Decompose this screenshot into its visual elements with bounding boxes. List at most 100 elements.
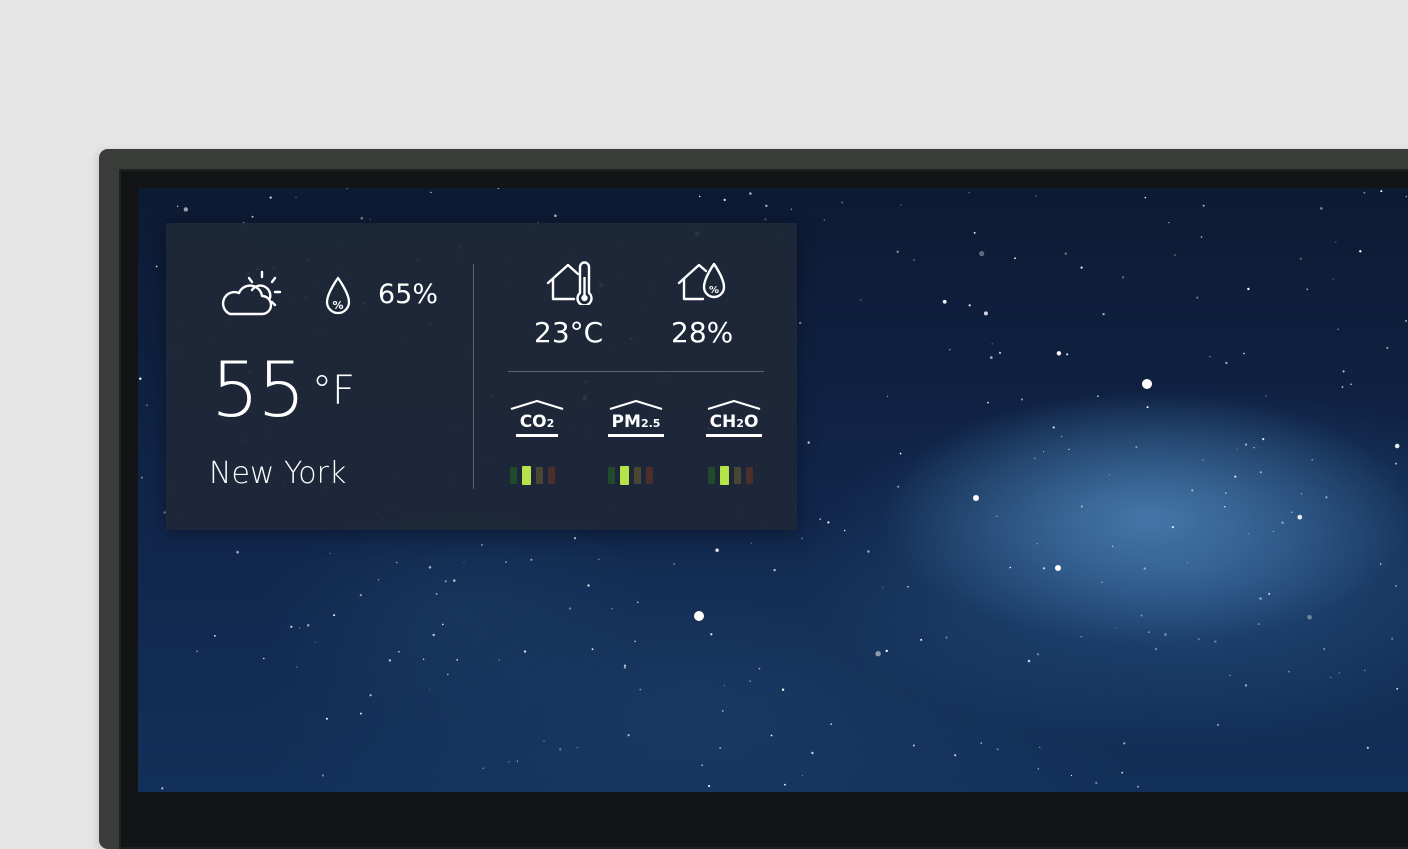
star (1171, 526, 1174, 529)
star (882, 586, 884, 588)
star (1244, 684, 1248, 687)
star (973, 231, 976, 234)
star (1259, 471, 1262, 474)
aq-ch2o-level-bars (708, 466, 753, 485)
star (1337, 328, 1339, 330)
svg-text:%: % (709, 285, 719, 296)
aq-pm25-label: PM2.5 (607, 410, 665, 437)
star (1064, 252, 1067, 255)
home-thermometer-icon (546, 261, 593, 305)
star (819, 518, 822, 521)
star (715, 548, 719, 552)
star (1225, 361, 1228, 365)
star (1229, 674, 1231, 676)
star (1395, 462, 1397, 465)
weather-widget[interactable]: % 65% 55 °F New York 23°C % 28% CO2 PM2.… (166, 223, 797, 530)
star (1350, 383, 1352, 386)
level-bar-2 (720, 466, 729, 485)
star (196, 650, 198, 652)
star (723, 198, 726, 202)
star (325, 717, 328, 720)
star (1080, 636, 1082, 638)
star (1320, 207, 1323, 210)
star (1224, 506, 1226, 508)
star (447, 673, 449, 676)
star (146, 404, 148, 407)
star (314, 641, 316, 643)
star (867, 550, 870, 553)
star (1144, 196, 1147, 199)
star (1056, 351, 1062, 356)
star (887, 395, 889, 397)
star (1405, 195, 1407, 198)
star (1335, 241, 1337, 243)
star (1147, 631, 1150, 634)
star (637, 601, 639, 603)
star (1394, 443, 1400, 449)
star (263, 657, 265, 660)
aq-pm25[interactable]: PM2.5 (596, 399, 676, 437)
star (333, 614, 336, 617)
star (1216, 723, 1220, 727)
bright-star (694, 611, 704, 621)
star (1035, 195, 1037, 197)
star (359, 594, 362, 597)
outdoor-temperature-value: 55 (211, 345, 306, 434)
star (1143, 567, 1146, 570)
star (176, 205, 179, 207)
star (1095, 781, 1098, 785)
aq-co2[interactable]: CO2 (497, 399, 577, 437)
star (724, 685, 725, 686)
star (750, 542, 752, 544)
star (784, 783, 786, 786)
star (721, 710, 724, 712)
star (979, 251, 985, 257)
star (949, 349, 951, 351)
level-bar-1 (708, 467, 715, 484)
star (378, 579, 380, 581)
star (543, 740, 545, 742)
star (1262, 438, 1265, 441)
star (875, 651, 881, 657)
star (1068, 448, 1070, 450)
star (1137, 785, 1139, 788)
level-bar-3 (536, 467, 543, 484)
aq-ch2o[interactable]: CH2O (694, 399, 774, 437)
star (913, 259, 915, 261)
star (801, 774, 804, 776)
star (139, 377, 142, 380)
star (1140, 614, 1143, 617)
star (830, 723, 833, 725)
star (523, 650, 527, 653)
star (1154, 648, 1158, 651)
star (435, 593, 438, 595)
star (920, 638, 923, 641)
star (1202, 204, 1205, 207)
star (422, 658, 425, 660)
star (1036, 543, 1038, 545)
star (346, 188, 348, 190)
star (587, 584, 590, 587)
star (1236, 448, 1238, 450)
star (1186, 562, 1188, 564)
star (183, 207, 188, 212)
star (530, 558, 533, 561)
star (991, 343, 993, 345)
star (456, 658, 459, 661)
star (1102, 313, 1105, 316)
level-bar-3 (634, 467, 641, 484)
star (295, 196, 297, 198)
star (1225, 492, 1227, 494)
star (912, 744, 915, 747)
star (954, 754, 957, 757)
star (1168, 222, 1170, 224)
star (885, 649, 888, 653)
star (1247, 287, 1250, 291)
level-bar-4 (646, 467, 653, 484)
star (807, 441, 810, 444)
star (1300, 493, 1303, 495)
star (1115, 627, 1116, 629)
star (627, 734, 630, 737)
star (1121, 771, 1124, 774)
star (1174, 254, 1176, 256)
